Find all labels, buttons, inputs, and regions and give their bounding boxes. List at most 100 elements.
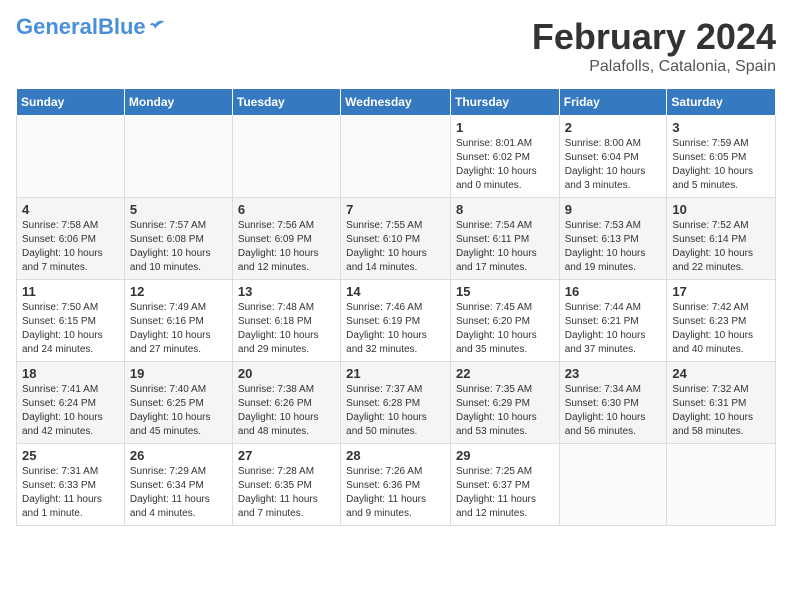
calendar-cell: 18Sunrise: 7:41 AM Sunset: 6:24 PM Dayli… <box>17 362 125 444</box>
day-info: Sunrise: 7:31 AM Sunset: 6:33 PM Dayligh… <box>22 465 119 521</box>
calendar-cell <box>667 444 776 526</box>
day-info: Sunrise: 7:34 AM Sunset: 6:30 PM Dayligh… <box>565 383 662 439</box>
day-info: Sunrise: 7:35 AM Sunset: 6:29 PM Dayligh… <box>456 383 554 439</box>
day-info: Sunrise: 7:25 AM Sunset: 6:37 PM Dayligh… <box>456 465 554 521</box>
calendar-cell: 22 Sunrise: 7:35 AM Sunset: 6:29 PM Dayli… <box>450 362 559 444</box>
calendar-cell: 17 Sunrise: 7:42 AM Sunset: 6:23 PM Dayli… <box>667 280 776 362</box>
weekday-header-tuesday: Tuesday <box>232 89 340 116</box>
day-info: Sunrise: 7:59 AM Sunset: 6:05 PM Dayligh… <box>672 137 770 193</box>
calendar-week-4: 18Sunrise: 7:41 AM Sunset: 6:24 PM Dayli… <box>17 362 776 444</box>
calendar-cell: 2 Sunrise: 8:00 AM Sunset: 6:04 PM Daylig… <box>559 116 667 198</box>
day-number: 3 <box>672 120 770 135</box>
day-number: 27 <box>238 448 335 463</box>
day-info: Sunrise: 7:56 AM Sunset: 6:09 PM Dayligh… <box>238 219 335 275</box>
calendar-table: SundayMondayTuesdayWednesdayThursdayFrid… <box>16 88 776 526</box>
day-number: 7 <box>346 202 445 217</box>
day-number: 11 <box>22 284 119 299</box>
weekday-header-wednesday: Wednesday <box>341 89 451 116</box>
day-info: Sunrise: 7:44 AM Sunset: 6:21 PM Dayligh… <box>565 301 662 357</box>
day-info: Sunrise: 7:29 AM Sunset: 6:34 PM Dayligh… <box>130 465 227 521</box>
day-number: 18 <box>22 366 119 381</box>
calendar-week-3: 11 Sunrise: 7:50 AM Sunset: 6:15 PM Dayli… <box>17 280 776 362</box>
day-info: Sunrise: 7:52 AM Sunset: 6:14 PM Dayligh… <box>672 219 770 275</box>
month-title: February 2024 <box>532 16 776 58</box>
weekday-header-saturday: Saturday <box>667 89 776 116</box>
day-number: 14 <box>346 284 445 299</box>
day-number: 19 <box>130 366 227 381</box>
day-info: Sunrise: 7:54 AM Sunset: 6:11 PM Dayligh… <box>456 219 554 275</box>
day-info: Sunrise: 7:40 AM Sunset: 6:25 PM Dayligh… <box>130 383 227 439</box>
title-block: February 2024 Palafolls, Catalonia, Spai… <box>532 16 776 76</box>
day-number: 1 <box>456 120 554 135</box>
calendar-week-1: 1 Sunrise: 8:01 AM Sunset: 6:02 PM Daylig… <box>17 116 776 198</box>
logo-bird-icon <box>148 18 166 36</box>
day-info: Sunrise: 7:48 AM Sunset: 6:18 PM Dayligh… <box>238 301 335 357</box>
calendar-cell: 11 Sunrise: 7:50 AM Sunset: 6:15 PM Dayli… <box>17 280 125 362</box>
calendar-cell: 28Sunrise: 7:26 AM Sunset: 6:36 PM Dayli… <box>341 444 451 526</box>
calendar-cell: 6 Sunrise: 7:56 AM Sunset: 6:09 PM Daylig… <box>232 198 340 280</box>
weekday-header-monday: Monday <box>124 89 232 116</box>
day-number: 20 <box>238 366 335 381</box>
calendar-cell: 19 Sunrise: 7:40 AM Sunset: 6:25 PM Dayli… <box>124 362 232 444</box>
logo-text: GeneralBlue <box>16 16 146 38</box>
calendar-cell <box>559 444 667 526</box>
calendar-cell: 12Sunrise: 7:49 AM Sunset: 6:16 PM Dayli… <box>124 280 232 362</box>
calendar-cell: 7 Sunrise: 7:55 AM Sunset: 6:10 PM Daylig… <box>341 198 451 280</box>
weekday-header-thursday: Thursday <box>450 89 559 116</box>
day-info: Sunrise: 7:42 AM Sunset: 6:23 PM Dayligh… <box>672 301 770 357</box>
day-number: 25 <box>22 448 119 463</box>
day-number: 5 <box>130 202 227 217</box>
calendar-cell: 8 Sunrise: 7:54 AM Sunset: 6:11 PM Daylig… <box>450 198 559 280</box>
day-number: 8 <box>456 202 554 217</box>
page-header: GeneralBlue February 2024 Palafolls, Cat… <box>16 16 776 76</box>
day-info: Sunrise: 7:46 AM Sunset: 6:19 PM Dayligh… <box>346 301 445 357</box>
calendar-cell: 26 Sunrise: 7:29 AM Sunset: 6:34 PM Dayli… <box>124 444 232 526</box>
day-info: Sunrise: 8:01 AM Sunset: 6:02 PM Dayligh… <box>456 137 554 193</box>
day-number: 22 <box>456 366 554 381</box>
day-number: 2 <box>565 120 662 135</box>
calendar-cell: 10 Sunrise: 7:52 AM Sunset: 6:14 PM Dayli… <box>667 198 776 280</box>
calendar-cell: 29 Sunrise: 7:25 AM Sunset: 6:37 PM Dayli… <box>450 444 559 526</box>
calendar-cell: 5 Sunrise: 7:57 AM Sunset: 6:08 PM Daylig… <box>124 198 232 280</box>
day-number: 4 <box>22 202 119 217</box>
day-info: Sunrise: 7:53 AM Sunset: 6:13 PM Dayligh… <box>565 219 662 275</box>
day-number: 24 <box>672 366 770 381</box>
day-number: 10 <box>672 202 770 217</box>
day-info: Sunrise: 7:57 AM Sunset: 6:08 PM Dayligh… <box>130 219 227 275</box>
calendar-cell <box>124 116 232 198</box>
calendar-header: SundayMondayTuesdayWednesdayThursdayFrid… <box>17 89 776 116</box>
day-number: 17 <box>672 284 770 299</box>
calendar-week-5: 25 Sunrise: 7:31 AM Sunset: 6:33 PM Dayli… <box>17 444 776 526</box>
logo: GeneralBlue <box>16 16 166 38</box>
weekday-header-sunday: Sunday <box>17 89 125 116</box>
calendar-cell: 27Sunrise: 7:28 AM Sunset: 6:35 PM Dayli… <box>232 444 340 526</box>
day-number: 16 <box>565 284 662 299</box>
weekday-header-friday: Friday <box>559 89 667 116</box>
day-info: Sunrise: 7:55 AM Sunset: 6:10 PM Dayligh… <box>346 219 445 275</box>
day-number: 13 <box>238 284 335 299</box>
day-number: 26 <box>130 448 227 463</box>
calendar-cell: 16 Sunrise: 7:44 AM Sunset: 6:21 PM Dayli… <box>559 280 667 362</box>
day-number: 29 <box>456 448 554 463</box>
day-info: Sunrise: 7:38 AM Sunset: 6:26 PM Dayligh… <box>238 383 335 439</box>
calendar-cell <box>341 116 451 198</box>
day-info: Sunrise: 8:00 AM Sunset: 6:04 PM Dayligh… <box>565 137 662 193</box>
day-info: Sunrise: 7:37 AM Sunset: 6:28 PM Dayligh… <box>346 383 445 439</box>
calendar-cell: 3 Sunrise: 7:59 AM Sunset: 6:05 PM Daylig… <box>667 116 776 198</box>
day-number: 6 <box>238 202 335 217</box>
calendar-cell: 1 Sunrise: 8:01 AM Sunset: 6:02 PM Daylig… <box>450 116 559 198</box>
day-info: Sunrise: 7:26 AM Sunset: 6:36 PM Dayligh… <box>346 465 445 521</box>
calendar-cell: 14 Sunrise: 7:46 AM Sunset: 6:19 PM Dayli… <box>341 280 451 362</box>
day-number: 9 <box>565 202 662 217</box>
calendar-cell: 20 Sunrise: 7:38 AM Sunset: 6:26 PM Dayli… <box>232 362 340 444</box>
calendar-cell: 9 Sunrise: 7:53 AM Sunset: 6:13 PM Daylig… <box>559 198 667 280</box>
calendar-cell: 4Sunrise: 7:58 AM Sunset: 6:06 PM Daylig… <box>17 198 125 280</box>
calendar-cell: 21 Sunrise: 7:37 AM Sunset: 6:28 PM Dayli… <box>341 362 451 444</box>
day-info: Sunrise: 7:32 AM Sunset: 6:31 PM Dayligh… <box>672 383 770 439</box>
calendar-cell: 23Sunrise: 7:34 AM Sunset: 6:30 PM Dayli… <box>559 362 667 444</box>
day-number: 21 <box>346 366 445 381</box>
day-info: Sunrise: 7:50 AM Sunset: 6:15 PM Dayligh… <box>22 301 119 357</box>
day-number: 15 <box>456 284 554 299</box>
location-subtitle: Palafolls, Catalonia, Spain <box>532 58 776 76</box>
day-info: Sunrise: 7:49 AM Sunset: 6:16 PM Dayligh… <box>130 301 227 357</box>
